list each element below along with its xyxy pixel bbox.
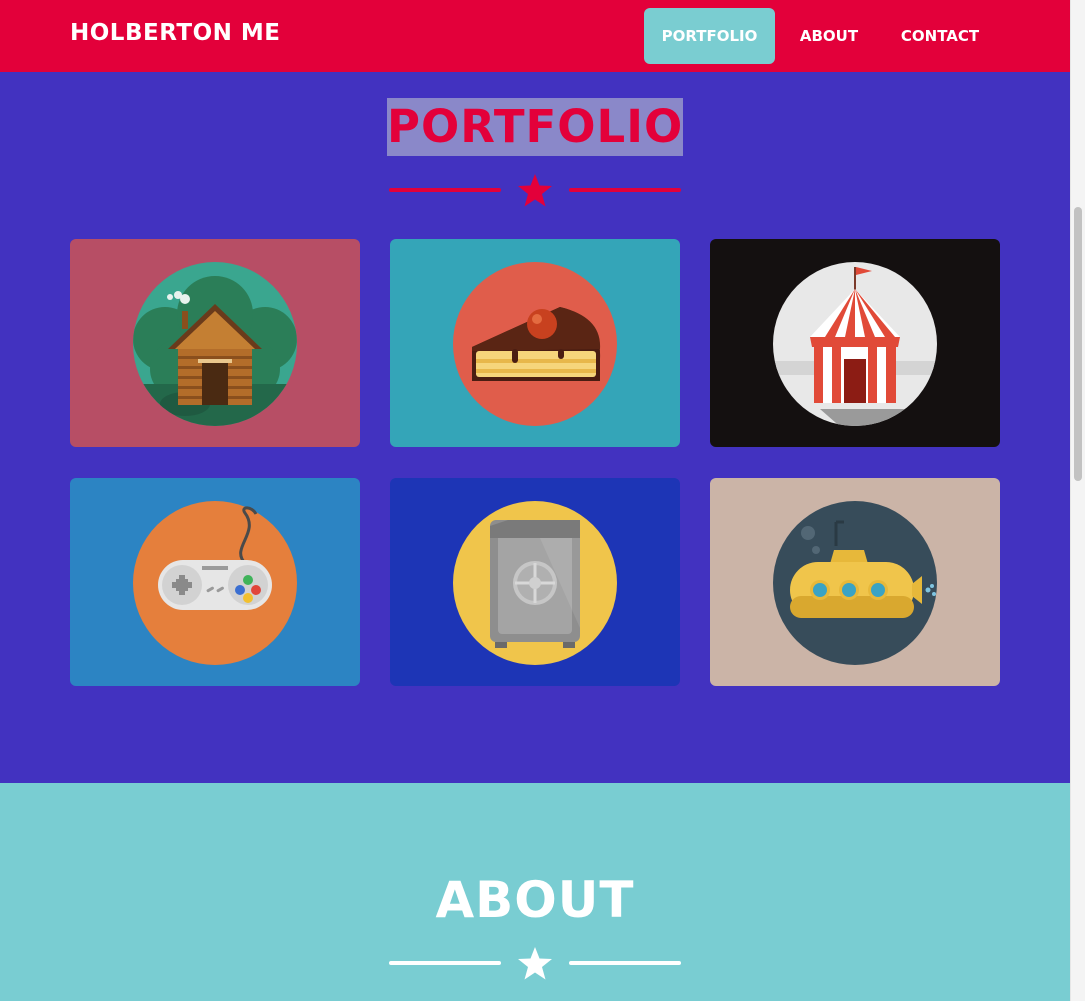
about-title: ABOUT bbox=[435, 871, 635, 929]
divider-line-left bbox=[389, 188, 501, 192]
portfolio-item-cake[interactable] bbox=[390, 239, 680, 447]
game-controller-icon bbox=[133, 501, 297, 665]
nav-link-contact[interactable]: CONTACT bbox=[884, 8, 996, 64]
portfolio-item-game[interactable] bbox=[70, 478, 360, 686]
portfolio-title: PORTFOLIO bbox=[387, 98, 683, 156]
safe-icon bbox=[453, 501, 617, 665]
page: HOLBERTON ME PORTFOLIO ABOUT CONTACT POR… bbox=[0, 0, 1070, 1001]
navbar: HOLBERTON ME PORTFOLIO ABOUT CONTACT bbox=[0, 0, 1070, 72]
portfolio-item-cabin[interactable] bbox=[70, 239, 360, 447]
nav-link-about[interactable]: ABOUT bbox=[781, 8, 877, 64]
star-icon bbox=[518, 174, 552, 207]
submarine-icon bbox=[773, 501, 937, 665]
nav-link-portfolio[interactable]: PORTFOLIO bbox=[644, 8, 775, 64]
cabin-icon bbox=[133, 262, 297, 426]
portfolio-item-circus[interactable] bbox=[710, 239, 1000, 447]
portfolio-item-submarine[interactable] bbox=[710, 478, 1000, 686]
brand-logo[interactable]: HOLBERTON ME bbox=[70, 20, 280, 46]
cake-icon bbox=[453, 262, 617, 426]
about-divider-line-right bbox=[569, 961, 681, 965]
about-divider-line-left bbox=[389, 961, 501, 965]
vertical-scrollbar[interactable] bbox=[1070, 0, 1085, 1001]
scrollbar-thumb[interactable] bbox=[1074, 207, 1082, 481]
portfolio-item-safe[interactable] bbox=[390, 478, 680, 686]
about-star-icon bbox=[518, 947, 552, 980]
about-section: ABOUT bbox=[0, 783, 1070, 1001]
circus-tent-icon bbox=[773, 262, 937, 426]
portfolio-section: PORTFOLIO bbox=[0, 72, 1070, 783]
divider-line-right bbox=[569, 188, 681, 192]
